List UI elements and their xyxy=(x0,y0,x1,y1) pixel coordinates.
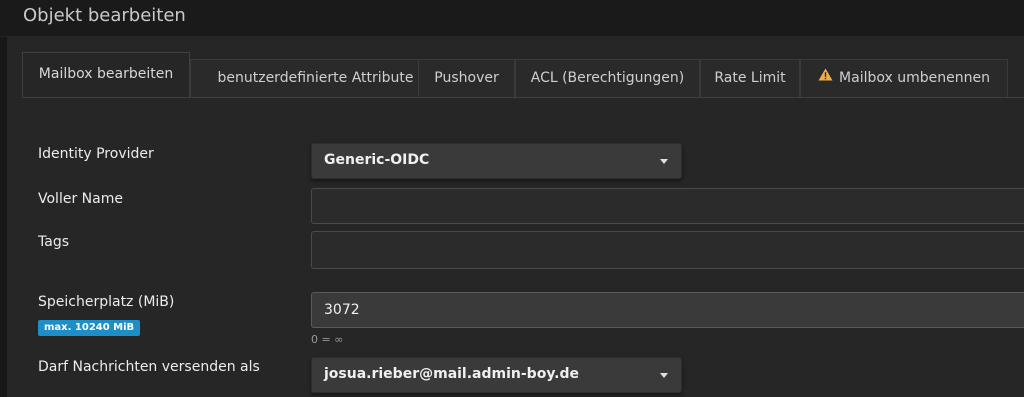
identity-provider-label: Identity Provider xyxy=(38,146,154,162)
quota-max-badge: max. 10240 MiB xyxy=(38,320,141,336)
page-title: Objekt bearbeiten xyxy=(23,5,186,26)
tab-custom-attributes[interactable]: benutzerdefinierte Attribute xyxy=(190,59,441,97)
send-as-select[interactable]: josua.rieber@mail.admin-boy.de xyxy=(311,357,682,393)
identity-provider-select[interactable]: Generic-OIDC xyxy=(311,143,682,179)
identity-provider-value: Generic-OIDC xyxy=(324,152,430,168)
tab-acl[interactable]: ACL (Berechtigungen) xyxy=(515,59,700,97)
tab-bar: Mailbox bearbeiten benutzerdefinierte At… xyxy=(22,52,1024,98)
quota-input[interactable] xyxy=(311,292,1024,328)
send-as-label: Darf Nachrichten versenden als xyxy=(38,359,260,375)
tab-divider xyxy=(22,97,1024,98)
full-name-label: Voller Name xyxy=(38,191,123,207)
tab-label: Mailbox bearbeiten xyxy=(38,66,174,82)
quota-label: Speicherplatz (MiB) xyxy=(38,294,175,310)
tab-rate-limit[interactable]: Rate Limit xyxy=(700,59,800,97)
send-as-value: josua.rieber@mail.admin-boy.de xyxy=(324,366,580,382)
page-header: Objekt bearbeiten xyxy=(0,0,1024,37)
tab-label: Mailbox umbenennen xyxy=(839,70,990,86)
tab-label: benutzerdefinierte Attribute xyxy=(217,70,414,86)
chevron-down-icon xyxy=(660,373,668,378)
tab-rename-mailbox[interactable]: Mailbox umbenennen xyxy=(800,59,1008,97)
tab-label: Pushover xyxy=(434,70,499,86)
tab-label: ACL (Berechtigungen) xyxy=(530,70,685,86)
warning-icon xyxy=(818,59,833,95)
full-name-input[interactable] xyxy=(311,188,1024,224)
edit-object-page: Objekt bearbeiten Mailbox bearbeiten ben… xyxy=(0,0,1024,397)
tab-edit-mailbox[interactable]: Mailbox bearbeiten xyxy=(22,52,190,98)
left-edge xyxy=(0,37,7,397)
tags-input[interactable] xyxy=(311,231,1024,269)
quota-hint: 0 = ∞ xyxy=(311,333,344,346)
chevron-down-icon xyxy=(660,159,668,164)
tab-label: Rate Limit xyxy=(714,70,786,86)
tags-label: Tags xyxy=(38,234,69,250)
tab-pushover[interactable]: Pushover xyxy=(418,59,515,97)
